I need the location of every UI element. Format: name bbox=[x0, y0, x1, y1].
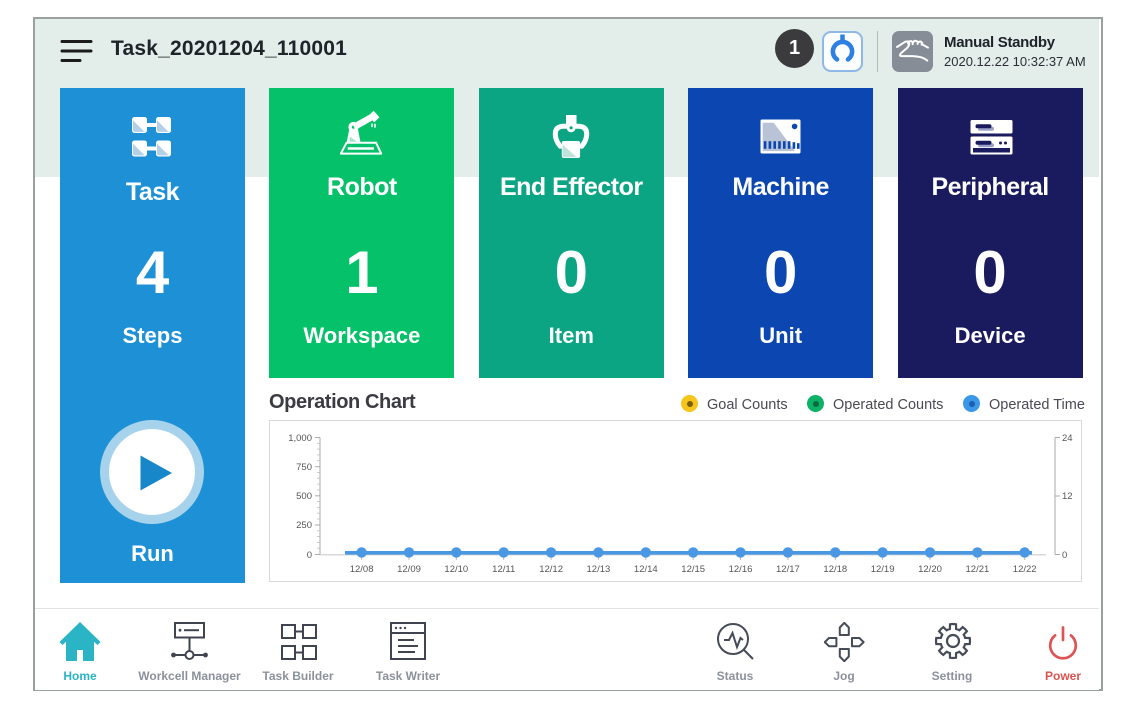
svg-text:12/15: 12/15 bbox=[681, 564, 705, 575]
svg-text:12/19: 12/19 bbox=[871, 564, 895, 575]
svg-text:12/18: 12/18 bbox=[823, 564, 847, 575]
svg-text:12/13: 12/13 bbox=[587, 564, 611, 575]
svg-text:0: 0 bbox=[307, 550, 312, 561]
svg-text:750: 750 bbox=[296, 462, 312, 473]
svg-text:0: 0 bbox=[1062, 550, 1067, 561]
svg-text:12/17: 12/17 bbox=[776, 564, 800, 575]
svg-text:12/09: 12/09 bbox=[397, 564, 421, 575]
svg-text:12/16: 12/16 bbox=[729, 564, 753, 575]
svg-text:12/11: 12/11 bbox=[492, 564, 515, 575]
svg-text:500: 500 bbox=[296, 491, 312, 502]
svg-text:12/08: 12/08 bbox=[350, 564, 374, 575]
svg-text:12/22: 12/22 bbox=[1013, 564, 1037, 575]
svg-text:12/21: 12/21 bbox=[966, 564, 990, 575]
svg-text:12/12: 12/12 bbox=[539, 564, 563, 575]
svg-text:12/20: 12/20 bbox=[918, 564, 942, 575]
svg-text:12: 12 bbox=[1062, 491, 1073, 502]
svg-text:12/14: 12/14 bbox=[634, 564, 658, 575]
svg-text:12/10: 12/10 bbox=[444, 564, 468, 575]
svg-text:24: 24 bbox=[1062, 433, 1073, 444]
svg-text:250: 250 bbox=[296, 520, 312, 531]
svg-text:1,000: 1,000 bbox=[288, 433, 312, 444]
